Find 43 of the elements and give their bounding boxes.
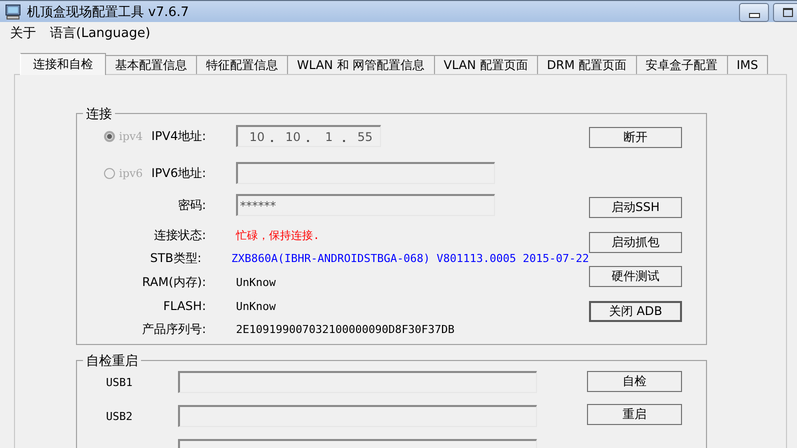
group-title: 连接 bbox=[83, 105, 115, 123]
window-title: 机顶盒现场配置工具 v7.6.7 bbox=[27, 4, 189, 20]
tab[interactable]: 连接和自检 bbox=[20, 53, 106, 75]
computer-icon bbox=[5, 4, 21, 20]
info-value: 忙碌，保持连接. bbox=[236, 228, 320, 242]
action-button[interactable]: 自检 bbox=[587, 371, 682, 392]
field-label: FLASH: bbox=[163, 299, 206, 313]
field-label: RAM(内存): bbox=[142, 274, 206, 290]
group-title: 自检重启 bbox=[83, 352, 141, 370]
action-button[interactable]: 硬件测试 bbox=[589, 266, 682, 287]
field-label: 连接状态: bbox=[154, 226, 206, 244]
field-label: 产品序列号: bbox=[142, 320, 206, 338]
field-label: 密码: bbox=[178, 196, 206, 214]
input-field[interactable] bbox=[236, 162, 495, 184]
tab[interactable]: 特征配置信息 bbox=[197, 55, 288, 74]
action-button[interactable]: 重启 bbox=[587, 404, 682, 425]
input-field[interactable] bbox=[178, 371, 537, 393]
field-label: USB2 bbox=[106, 410, 132, 422]
action-button[interactable]: 启动SSH bbox=[589, 197, 682, 218]
tab[interactable]: VLAN 配置页面 bbox=[434, 55, 538, 74]
ip-address-field[interactable]: 10 10 1 55 bbox=[236, 125, 381, 147]
info-value: 2E109199007032100000090D8F30F37DB bbox=[236, 322, 455, 336]
info-value: ZXB860A(IBHR-ANDROIDSTBGA-068) V801113.0005 2015-07-22 bbox=[231, 252, 589, 264]
action-button[interactable]: 启动抓包 bbox=[589, 232, 682, 253]
tab[interactable]: 安卓盒子配置 bbox=[636, 55, 728, 74]
input-field[interactable] bbox=[178, 405, 537, 427]
info-value: UnKnow bbox=[236, 300, 276, 312]
tab[interactable]: 基本配置信息 bbox=[106, 55, 197, 74]
tab[interactable]: IMS bbox=[728, 55, 768, 74]
minimize-button[interactable] bbox=[739, 3, 769, 22]
field-label: STB类型: bbox=[150, 250, 202, 266]
action-button[interactable]: 断开 bbox=[589, 127, 682, 148]
field-label: USB1 bbox=[106, 376, 132, 388]
info-value: UnKnow bbox=[236, 276, 276, 288]
menu-item[interactable]: 关于 bbox=[10, 24, 36, 42]
menu-item[interactable]: 语言(Language) bbox=[50, 24, 150, 42]
field-label: IPV4地址: bbox=[151, 128, 206, 144]
action-button[interactable]: 关闭 ADB bbox=[589, 301, 682, 322]
maximize-button[interactable] bbox=[773, 3, 797, 22]
input-field[interactable]: ****** bbox=[236, 194, 495, 216]
tab[interactable]: WLAN 和 网管配置信息 bbox=[288, 55, 435, 74]
field-label: IPV6地址: bbox=[151, 164, 206, 182]
tab[interactable]: DRM 配置页面 bbox=[538, 55, 637, 74]
